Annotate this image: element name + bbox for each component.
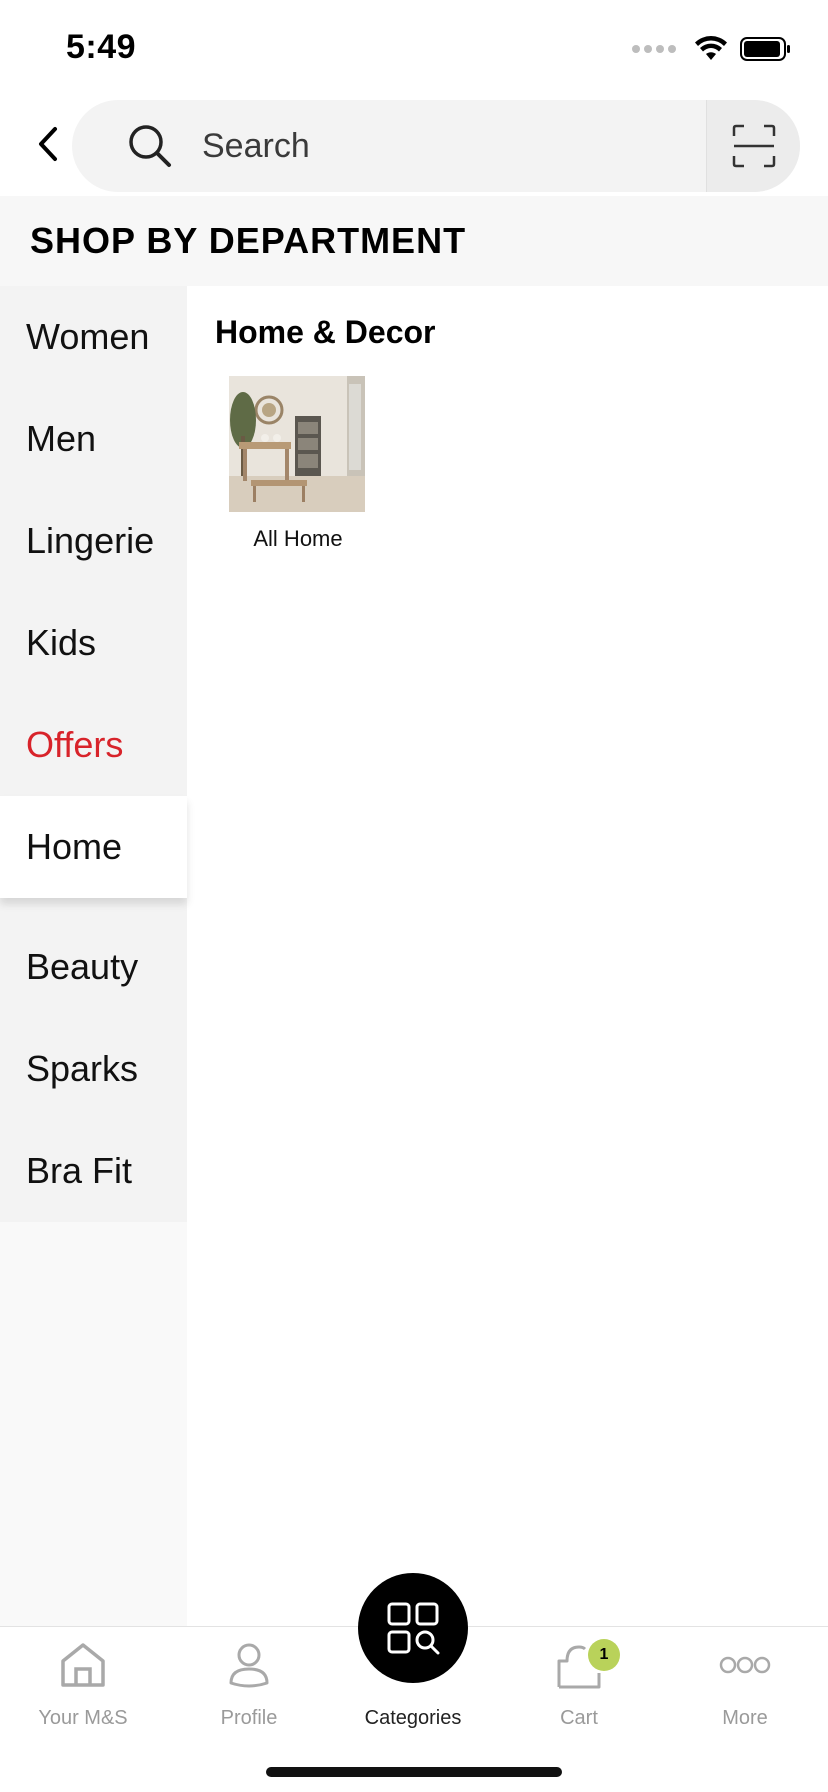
barcode-scan-icon [732,124,775,168]
scan-button[interactable] [706,100,800,192]
sidebar-item-home[interactable]: Home [0,796,187,898]
battery-icon [740,37,790,61]
tab-profile[interactable]: Profile [166,1627,332,1747]
sidebar-item-lingerie[interactable]: Lingerie [0,490,187,592]
cart-badge: 1 [588,1639,620,1671]
status-icons [632,36,792,62]
categories-button[interactable] [358,1573,468,1683]
department-sidebar: Women Men Lingerie Kids Offers Home Beau… [0,286,187,1626]
dining-room-image [229,376,365,512]
tab-more[interactable]: More [662,1627,828,1747]
home-indicator[interactable] [266,1767,562,1777]
cellular-signal-icon [632,45,676,53]
search-bar[interactable] [72,100,800,192]
categories-icon [387,1602,440,1655]
search-icon [129,125,171,167]
tab-label: Categories [364,1707,462,1729]
tab-label: Profile [220,1707,278,1729]
tab-categories[interactable]: Categories [330,1573,496,1747]
profile-icon [229,1643,269,1688]
category-content: Home & Decor All Home [187,286,828,1626]
tab-your-ms[interactable]: Your M&S [0,1627,166,1747]
sidebar-item-offers[interactable]: Offers [0,694,187,796]
more-icon [719,1656,771,1674]
tab-label: Your M&S [38,1707,128,1729]
department-heading: SHOP BY DEPARTMENT [30,220,467,261]
category-tile-all-home[interactable]: All Home [229,376,367,552]
category-tile-label: All Home [253,526,343,551]
bottom-tab-bar: Your M&S Profile Categories 1 Cart More [0,1573,828,1792]
chevron-left-icon [39,127,57,161]
search-input[interactable] [202,100,722,192]
tab-label: More [722,1707,768,1729]
back-button[interactable] [28,116,68,172]
search-header [0,96,828,196]
department-heading-bar: SHOP BY DEPARTMENT [0,196,828,286]
wifi-icon [695,36,727,60]
home-icon [61,1643,105,1687]
category-title: Home & Decor [215,314,436,350]
sidebar-item-kids[interactable]: Kids [0,592,187,694]
sidebar-item-sparks[interactable]: Sparks [0,1018,187,1120]
tab-cart[interactable]: 1 Cart [496,1627,662,1747]
sidebar-item-men[interactable]: Men [0,388,187,490]
sidebar-item-bra-fit[interactable]: Bra Fit [0,1120,187,1222]
sidebar-item-beauty[interactable]: Beauty [0,916,187,1018]
tab-label: Cart [560,1707,598,1729]
sidebar-item-women[interactable]: Women [0,286,187,388]
status-time: 5:49 [66,28,137,66]
department-list: Women Men Lingerie Kids Offers Home Beau… [0,286,187,1222]
status-bar: 5:49 [0,0,828,96]
